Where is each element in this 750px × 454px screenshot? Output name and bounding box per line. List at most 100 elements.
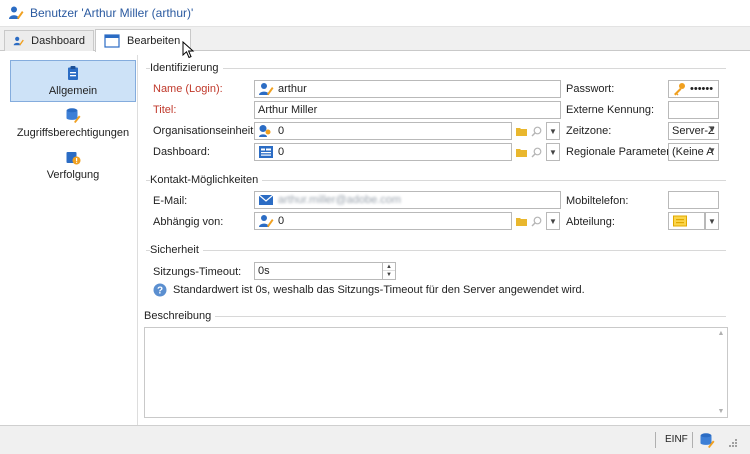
group-divider xyxy=(144,316,726,317)
status-bar: EINF xyxy=(0,425,750,454)
department-dropdown-button[interactable]: ▼ xyxy=(705,212,719,230)
status-separator xyxy=(692,432,693,448)
envelope-icon xyxy=(258,194,274,205)
dashboard-label: Dashboard: xyxy=(153,146,210,158)
title-field[interactable]: Arthur Miller xyxy=(254,101,561,119)
dashboard-field[interactable]: 0 xyxy=(254,143,512,161)
depends-on-value: 0 xyxy=(278,215,285,227)
nav-item-label: Allgemein xyxy=(48,85,98,97)
description-textarea[interactable]: ▲ ▼ xyxy=(144,327,728,418)
depends-on-folder-button[interactable] xyxy=(514,212,528,230)
clipboard-icon xyxy=(68,66,78,80)
spin-down-icon[interactable]: ▼ xyxy=(383,271,395,279)
group-divider xyxy=(146,68,726,69)
group-title-beschreibung: Beschreibung xyxy=(144,310,216,322)
group-title-kontakt: Kontakt-Möglichkeiten xyxy=(150,174,263,186)
group-title-identifizierung: Identifizierung xyxy=(150,62,223,74)
key-icon xyxy=(674,83,685,96)
title-label: Titel: xyxy=(153,104,177,116)
external-id-field[interactable] xyxy=(668,101,719,119)
depends-on-label: Abhängig von: xyxy=(153,216,224,228)
user-pen-icon xyxy=(259,83,274,96)
folder-icon xyxy=(515,217,527,226)
org-unit-icon xyxy=(259,125,271,137)
folder-icon xyxy=(515,127,527,136)
org-unit-value: 0 xyxy=(278,125,285,137)
mobile-field[interactable] xyxy=(668,191,719,209)
name-login-value: arthur xyxy=(278,83,307,95)
dashboard-icon xyxy=(259,146,273,158)
dashboard-dropdown-button[interactable]: ▼ xyxy=(546,143,560,161)
scroll-up-icon[interactable]: ▲ xyxy=(715,330,727,337)
org-unit-label: Organisationseinheit: xyxy=(153,125,257,137)
nav-item-verfolgung[interactable]: Verfolgung xyxy=(10,144,136,186)
regional-params-label: Regionale Parameter: xyxy=(566,146,674,158)
dashboard-search-button[interactable] xyxy=(529,143,543,161)
depends-on-dropdown-button[interactable]: ▼ xyxy=(546,212,560,230)
timezone-select[interactable]: Server-Z ▼ xyxy=(668,122,719,140)
depends-on-search-button[interactable] xyxy=(529,212,543,230)
status-locale: EINF xyxy=(665,434,688,445)
spin-up-icon[interactable]: ▲ xyxy=(383,263,395,271)
window-titlebar: Benutzer 'Arthur Miller (arthur)' xyxy=(0,0,750,27)
regional-params-select[interactable]: (Keine A ▼ xyxy=(668,143,719,161)
session-timeout-info: Standardwert ist 0s, weshalb das Sitzung… xyxy=(173,284,585,296)
chevron-down-icon: ▼ xyxy=(549,216,557,226)
tab-bearbeiten-label: Bearbeiten xyxy=(127,35,181,47)
password-field[interactable]: •••••• xyxy=(668,80,719,98)
department-label: Abteilung: xyxy=(566,216,615,228)
edit-window-icon xyxy=(104,34,120,48)
nav-item-allgemein[interactable]: Allgemein xyxy=(10,60,136,102)
tab-dashboard[interactable]: Dashboard xyxy=(4,30,94,51)
tab-bearbeiten[interactable]: Bearbeiten xyxy=(95,29,191,52)
mobile-label: Mobiltelefon: xyxy=(566,195,629,207)
tab-dashboard-label: Dashboard xyxy=(31,35,85,47)
session-timeout-spinner[interactable]: ▲ ▼ xyxy=(382,263,395,279)
name-login-field[interactable]: arthur xyxy=(254,80,561,98)
title-value: Arthur Miller xyxy=(258,104,318,116)
resize-grip-icon[interactable] xyxy=(726,438,738,450)
status-separator xyxy=(655,432,656,448)
description-scrollbar[interactable]: ▲ ▼ xyxy=(715,328,727,417)
session-timeout-value: 0s xyxy=(258,265,270,277)
department-field[interactable] xyxy=(668,212,705,230)
password-label: Passwort: xyxy=(566,83,615,95)
chevron-down-icon: ▼ xyxy=(708,216,716,226)
database-user-icon[interactable] xyxy=(699,432,715,448)
tracking-icon xyxy=(66,152,81,165)
org-unit-search-button[interactable] xyxy=(529,122,543,140)
chevron-down-icon: ▼ xyxy=(708,125,716,134)
side-navigation: Allgemein Zugriffsberechtigungen Verfolg… xyxy=(4,55,138,444)
group-title-sicherheit: Sicherheit xyxy=(150,244,203,256)
user-pen-icon xyxy=(13,36,24,46)
email-field[interactable]: arthur.miller@adobe.com xyxy=(254,191,561,209)
group-divider xyxy=(146,250,726,251)
search-icon xyxy=(531,216,541,226)
chevron-down-icon: ▼ xyxy=(708,146,716,155)
session-timeout-field[interactable]: 0s xyxy=(254,262,396,280)
user-pen-icon xyxy=(259,215,274,228)
tab-bar: Dashboard Bearbeiten xyxy=(0,27,750,59)
window-title: Benutzer 'Arthur Miller (arthur)' xyxy=(30,6,194,20)
email-label: E-Mail: xyxy=(153,195,188,207)
svg-text:?: ? xyxy=(157,286,163,297)
org-unit-field[interactable]: 0 xyxy=(254,122,512,140)
depends-on-field[interactable]: 0 xyxy=(254,212,512,230)
dashboard-folder-button[interactable] xyxy=(514,143,528,161)
password-value: •••••• xyxy=(690,83,714,95)
nav-item-zugriffsberechtigungen[interactable]: Zugriffsberechtigungen xyxy=(10,102,136,144)
database-user-icon xyxy=(66,108,81,123)
nav-item-label: Verfolgung xyxy=(46,169,100,181)
timezone-label: Zeitzone: xyxy=(566,125,612,137)
folder-icon xyxy=(515,148,527,157)
chevron-down-icon: ▼ xyxy=(549,147,557,157)
department-icon xyxy=(673,215,687,227)
info-icon: ? xyxy=(153,283,167,297)
scroll-down-icon[interactable]: ▼ xyxy=(715,408,727,415)
search-icon xyxy=(531,126,541,136)
search-icon xyxy=(531,147,541,157)
org-unit-dropdown-button[interactable]: ▼ xyxy=(546,122,560,140)
session-timeout-label: Sitzungs-Timeout: xyxy=(153,266,242,278)
org-unit-folder-button[interactable] xyxy=(514,122,528,140)
form-content: Identifizierung Name (Login): arthur Tit… xyxy=(142,55,728,444)
